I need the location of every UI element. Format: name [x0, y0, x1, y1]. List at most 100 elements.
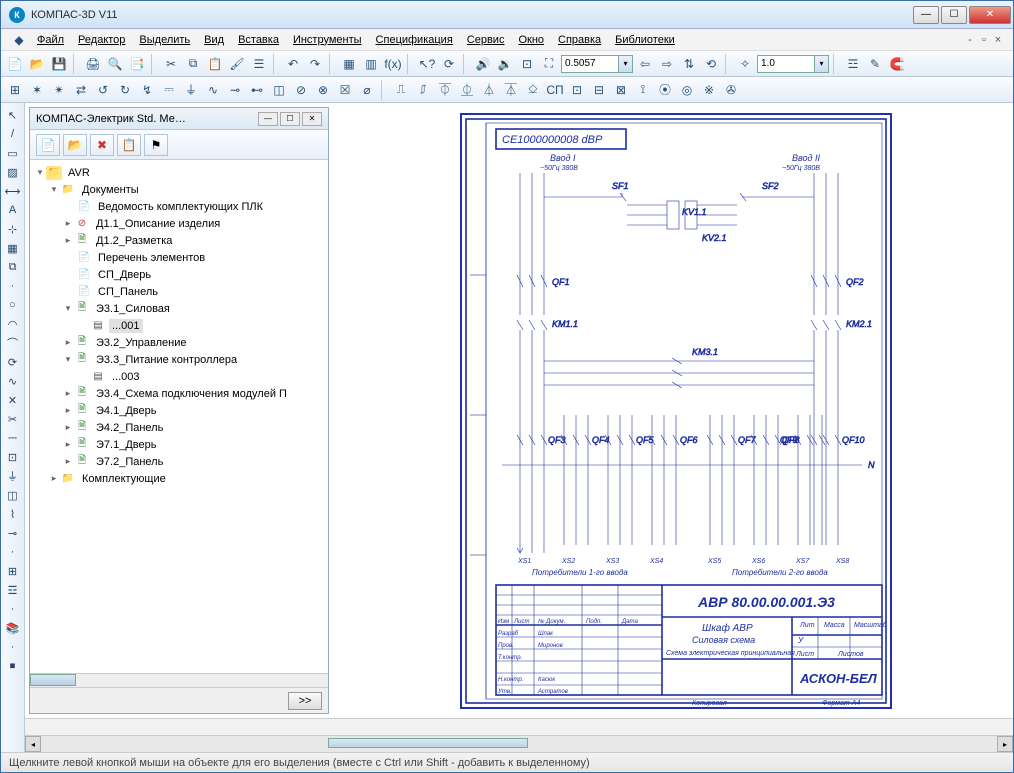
new-icon[interactable]: 📄 — [5, 54, 25, 74]
e-tool-4[interactable]: ⇄ — [71, 80, 91, 100]
panel-hscroll[interactable] — [30, 673, 328, 687]
preview-icon[interactable]: 🔍 — [105, 54, 125, 74]
tree-item[interactable]: Э3.2_Управление — [93, 336, 189, 350]
tree-item[interactable]: СП_Дверь — [95, 268, 154, 282]
menu-tools[interactable]: Инструменты — [287, 32, 368, 48]
print-icon[interactable]: 🖨 — [83, 54, 103, 74]
regen-icon[interactable]: ⟲ — [701, 54, 721, 74]
lt-table[interactable]: ▦ — [3, 239, 23, 257]
scale-field[interactable] — [757, 55, 815, 73]
tree-item[interactable]: Э3.1_Силовая — [93, 302, 173, 316]
e-tool-29[interactable]: ⟟ — [633, 80, 653, 100]
lt-cut[interactable]: ✂ — [3, 410, 23, 428]
redo-icon[interactable]: ↷ — [305, 54, 325, 74]
tree-docs[interactable]: Документы — [79, 183, 142, 197]
lt-circle[interactable]: ○ — [3, 296, 23, 314]
zoom-window-icon[interactable]: ⊡ — [517, 54, 537, 74]
maximize-button[interactable]: ☐ — [941, 6, 967, 24]
e-tool-28[interactable]: ⊠ — [611, 80, 631, 100]
panel-min-icon[interactable]: — — [258, 112, 278, 126]
tree-item[interactable]: Э4.1_Дверь — [93, 404, 159, 418]
help-cursor-icon[interactable]: ↖? — [417, 54, 437, 74]
pan-right-icon[interactable]: ⇨ — [657, 54, 677, 74]
panel-go-button[interactable]: >> — [288, 692, 322, 710]
menu-help[interactable]: Справка — [552, 32, 607, 48]
lt-arc[interactable]: ◠ — [3, 315, 23, 333]
zoom-dropdown-icon[interactable]: ▾ — [619, 55, 633, 73]
lt-comp[interactable]: ⊡ — [3, 448, 23, 466]
e-tool-30[interactable]: ⦿ — [655, 80, 675, 100]
menu-window[interactable]: Окно — [512, 32, 550, 48]
e-tool-17[interactable]: ⌀ — [357, 80, 377, 100]
menu-file[interactable]: Файл — [31, 32, 70, 48]
style-icon[interactable]: ✎ — [865, 54, 885, 74]
e-tool-10[interactable]: ∿ — [203, 80, 223, 100]
e-tool-1[interactable]: ⊞ — [5, 80, 25, 100]
menu-libs[interactable]: Библиотеки — [609, 32, 681, 48]
panel-open-icon[interactable]: 📂 — [63, 134, 87, 156]
lt-wire[interactable]: ⎓ — [3, 429, 23, 447]
menu-view[interactable]: Вид — [198, 32, 230, 48]
tree-item[interactable]: Д1.1_Описание изделия — [93, 217, 223, 231]
menu-service[interactable]: Сервис — [461, 32, 511, 48]
e-tool-21[interactable]: ⏂ — [457, 80, 477, 100]
e-tool-11[interactable]: ⊸ — [225, 80, 245, 100]
lt-reload[interactable]: ⟳ — [3, 353, 23, 371]
e-tool-15[interactable]: ⊗ — [313, 80, 333, 100]
e-tool-27[interactable]: ⊟ — [589, 80, 609, 100]
lt-fillet[interactable]: ⌒ — [3, 334, 23, 352]
spec-icon[interactable]: ▦ — [339, 54, 359, 74]
scroll-right-icon[interactable]: ▸ — [997, 736, 1013, 752]
e-tool-16[interactable]: ☒ — [335, 80, 355, 100]
zoom-fit-icon[interactable]: ⛶ — [539, 54, 559, 74]
tree-comp[interactable]: Комплектующие — [79, 472, 169, 486]
fx-icon[interactable]: f(x) — [383, 54, 403, 74]
layer-icon[interactable]: ☲ — [843, 54, 863, 74]
panel-close-icon[interactable]: ✕ — [302, 112, 322, 126]
e-tool-13[interactable]: ◫ — [269, 80, 289, 100]
e-tool-33[interactable]: ✇ — [721, 80, 741, 100]
panel-add-icon[interactable]: 📋 — [117, 134, 141, 156]
paste-icon[interactable]: 📋 — [205, 54, 225, 74]
cut-icon[interactable]: ✂ — [161, 54, 181, 74]
e-tool-2[interactable]: ✶ — [27, 80, 47, 100]
e-tool-24[interactable]: ⎐ — [523, 80, 543, 100]
canvas-hscroll[interactable]: ◂ ▸ — [25, 736, 1013, 752]
project-tree[interactable]: ▾📁AVR ▾📁Документы 📄Ведомость комплектующ… — [30, 160, 328, 673]
zoom-input[interactable]: ▾ — [561, 55, 633, 73]
scale-input[interactable]: ▾ — [757, 55, 829, 73]
tree-item[interactable]: Ведомость комплектующих ПЛК — [95, 200, 266, 214]
snap-icon[interactable]: ✧ — [735, 54, 755, 74]
tree-root[interactable]: AVR — [65, 166, 93, 180]
tree-item-selected[interactable]: ...001 — [109, 319, 143, 333]
lt-hatch[interactable]: ▨ — [3, 163, 23, 181]
lt-copy[interactable]: ⧉ — [3, 258, 23, 276]
e-tool-14[interactable]: ⊘ — [291, 80, 311, 100]
lt-text[interactable]: A — [3, 201, 23, 219]
e-tool-12[interactable]: ⊷ — [247, 80, 267, 100]
lt-lib[interactable]: 📚 — [3, 619, 23, 637]
tree-item[interactable]: Э3.3_Питание контроллера — [93, 353, 240, 367]
lt-coil[interactable]: ⌇ — [3, 505, 23, 523]
lt-group[interactable]: ⊞ — [3, 562, 23, 580]
lt-dim[interactable]: ⟷ — [3, 182, 23, 200]
e-tool-7[interactable]: ↯ — [137, 80, 157, 100]
e-tool-9[interactable]: ⏚ — [181, 80, 201, 100]
minimize-button[interactable]: — — [913, 6, 939, 24]
lt-spline[interactable]: ∿ — [3, 372, 23, 390]
lt-ground[interactable]: ⏚ — [3, 467, 23, 485]
copy-icon[interactable]: ⧉ — [183, 54, 203, 74]
lt-line[interactable]: / — [3, 125, 23, 143]
e-tool-32[interactable]: ※ — [699, 80, 719, 100]
e-tool-20[interactable]: ⏁ — [435, 80, 455, 100]
bom-icon[interactable]: ▥ — [361, 54, 381, 74]
tree-item[interactable]: Д1.2_Разметка — [93, 234, 175, 248]
refresh-icon[interactable]: ⟳ — [439, 54, 459, 74]
pan-updown-icon[interactable]: ⇅ — [679, 54, 699, 74]
panel-del-icon[interactable]: ✖ — [90, 134, 114, 156]
tree-item[interactable]: Э4.2_Панель — [93, 421, 166, 435]
lt-contact[interactable]: ⊸ — [3, 524, 23, 542]
menu-insert[interactable]: Вставка — [232, 32, 285, 48]
e-tool-31[interactable]: ◎ — [677, 80, 697, 100]
drawing-canvas[interactable]: CE1000000008 dBP Ввод I ~50Гц 380В Ввод … — [329, 103, 1013, 718]
